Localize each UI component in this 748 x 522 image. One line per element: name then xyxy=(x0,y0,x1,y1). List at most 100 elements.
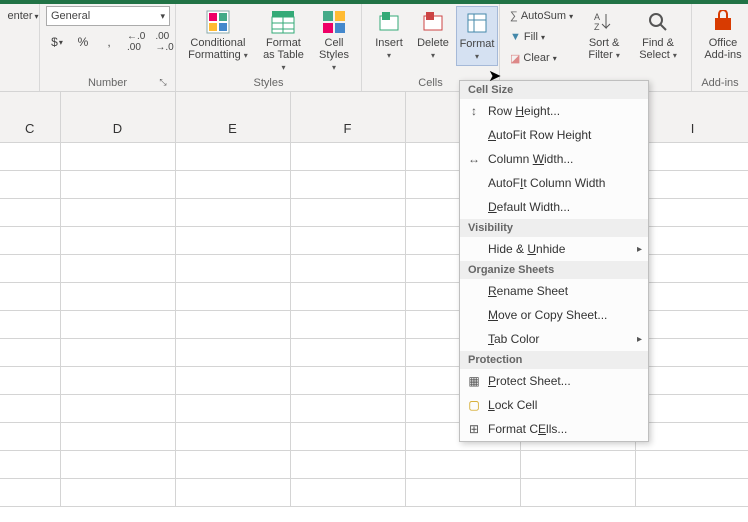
menu-item-label: AutoFit Row Height xyxy=(488,128,591,142)
delete-cells-button[interactable]: Delete ▾ xyxy=(412,6,454,64)
autosum-label: AutoSum xyxy=(521,10,566,22)
menu-item-row-height[interactable]: ↕ Row Height... xyxy=(460,99,648,123)
number-format-value: General xyxy=(51,10,90,22)
find-select-label: Find & Select xyxy=(639,37,674,61)
chevron-down-icon: ▾ xyxy=(475,52,479,61)
format-as-table-icon xyxy=(269,8,297,36)
fill-icon: ▼ xyxy=(510,31,521,43)
format-cells-button[interactable]: Format ▾ xyxy=(456,6,498,66)
delete-icon xyxy=(419,8,447,36)
chevron-down-icon: ▾ xyxy=(59,38,63,47)
row-height-icon: ↕ xyxy=(464,104,484,118)
insert-cells-button[interactable]: Insert▾ xyxy=(368,6,410,64)
menu-item-column-width[interactable]: ↔ Column Width... xyxy=(460,147,648,171)
chevron-down-icon: ▾ xyxy=(541,33,545,42)
menu-item-label: Format CElls... xyxy=(488,422,567,436)
office-addins-button[interactable]: Office Add-ins xyxy=(698,6,748,63)
group-label-number: Number⤡ xyxy=(46,76,169,91)
store-icon xyxy=(709,8,737,36)
format-cells-icon: ⊞ xyxy=(464,422,484,436)
menu-item-label: Column Width... xyxy=(488,152,573,166)
column-header[interactable]: C xyxy=(0,92,60,142)
group-label-addins: Add-ins xyxy=(698,76,742,91)
chevron-down-icon: ▾ xyxy=(673,51,677,60)
menu-item-default-width[interactable]: Default Width... xyxy=(460,195,648,219)
column-width-icon: ↔ xyxy=(464,152,484,166)
menu-item-hide-unhide[interactable]: Hide & Unhide▸ xyxy=(460,237,648,261)
menu-item-lock-cell[interactable]: ▢ Lock Cell xyxy=(460,393,648,417)
svg-text:A: A xyxy=(594,12,600,22)
increase-decimal-button[interactable]: ←.0.00 xyxy=(124,32,148,52)
conditional-formatting-icon xyxy=(204,8,232,36)
menu-section-visibility: Visibility xyxy=(460,219,648,237)
sort-filter-button[interactable]: AZ Sort & Filter ▾ xyxy=(579,6,629,64)
find-icon xyxy=(644,8,672,36)
number-dialog-launcher[interactable]: ⤡ xyxy=(157,77,169,89)
menu-item-rename-sheet[interactable]: Rename Sheet xyxy=(460,279,648,303)
cell-styles-label: Cell Styles xyxy=(319,37,349,61)
submenu-arrow-icon: ▸ xyxy=(637,334,642,345)
svg-text:Z: Z xyxy=(594,22,600,32)
format-label: Format xyxy=(460,38,495,50)
menu-item-label: Rename Sheet xyxy=(488,284,568,298)
menu-section-protection: Protection xyxy=(460,351,648,369)
menu-item-label: Move or Copy Sheet... xyxy=(488,308,607,322)
chevron-down-icon: ▾ xyxy=(431,51,435,60)
menu-item-format-cells[interactable]: ⊞ Format CElls... xyxy=(460,417,648,441)
chevron-down-icon: ▾ xyxy=(244,51,248,60)
number-format-select[interactable]: General ▾ xyxy=(46,6,170,26)
menu-item-tab-color[interactable]: Tab Color ▸ xyxy=(460,327,648,351)
eraser-icon: ◪ xyxy=(510,52,520,65)
menu-item-move-copy-sheet[interactable]: Move or Copy Sheet... xyxy=(460,303,648,327)
format-dropdown-menu: Cell Size ↕ Row Height... AutoFit Row Hei… xyxy=(459,80,649,442)
clear-label: Clear xyxy=(523,52,549,64)
decrease-decimal-button[interactable]: .00→.0 xyxy=(152,32,176,52)
chevron-down-icon: ▾ xyxy=(569,12,573,21)
fill-button[interactable]: ▼Fill ▾ xyxy=(506,27,577,47)
currency-format-button[interactable]: $▾ xyxy=(46,32,68,52)
sigma-icon: ∑ xyxy=(510,10,518,22)
menu-item-autofit-row[interactable]: AutoFit Row Height xyxy=(460,123,648,147)
fill-label: Fill xyxy=(524,31,538,43)
cell-styles-icon xyxy=(320,8,348,36)
menu-item-protect-sheet[interactable]: ▦Protect Sheet... xyxy=(460,369,648,393)
lock-cell-icon: ▢ xyxy=(464,398,484,412)
group-label-alignment xyxy=(6,88,33,91)
delete-label: Delete xyxy=(417,37,449,49)
menu-item-label: Tab Color xyxy=(488,332,539,346)
chevron-down-icon: ▾ xyxy=(332,63,336,72)
column-header[interactable]: E xyxy=(175,92,290,142)
sort-filter-label: Sort & Filter xyxy=(588,37,619,61)
chevron-down-icon: ▾ xyxy=(281,63,285,72)
comma-format-button[interactable]: , xyxy=(98,32,120,52)
menu-item-autofit-column[interactable]: AutoFIt Column Width xyxy=(460,171,648,195)
sort-filter-icon: AZ xyxy=(590,8,618,36)
column-header[interactable]: I xyxy=(635,92,748,142)
insert-icon xyxy=(375,8,403,36)
merge-enter-button[interactable]: enter ▾ xyxy=(6,6,40,26)
menu-item-label: Row Height... xyxy=(488,104,560,118)
menu-section-cell-size: Cell Size xyxy=(460,81,648,99)
format-as-table-label: Format as Table xyxy=(263,37,304,61)
percent-format-button[interactable]: % xyxy=(72,32,94,52)
autosum-button[interactable]: ∑AutoSum ▾ xyxy=(506,6,577,26)
column-header[interactable]: D xyxy=(60,92,175,142)
menu-item-label: Protect Sheet... xyxy=(488,374,571,388)
chevron-down-icon: ▾ xyxy=(616,51,620,60)
column-header[interactable]: F xyxy=(290,92,405,142)
menu-item-label: Lock Cell xyxy=(488,398,537,412)
conditional-formatting-label: Conditional Formatting xyxy=(188,37,245,61)
clear-button[interactable]: ◪Clear ▾ xyxy=(506,48,577,68)
chevron-down-icon: ▾ xyxy=(35,12,39,21)
cell-styles-button[interactable]: Cell Styles ▾ xyxy=(313,6,355,76)
conditional-formatting-button[interactable]: Conditional Formatting ▾ xyxy=(182,6,254,64)
format-as-table-button[interactable]: Format as Table ▾ xyxy=(256,6,311,76)
menu-item-label: Default Width... xyxy=(488,200,570,214)
office-addins-label: Office Add-ins xyxy=(703,37,743,61)
menu-item-label: Hide & Unhide xyxy=(488,242,565,256)
group-label-styles: Styles xyxy=(182,76,355,91)
chevron-down-icon: ▾ xyxy=(553,54,557,63)
insert-label: Insert xyxy=(375,37,403,49)
find-select-button[interactable]: Find & Select ▾ xyxy=(631,6,685,64)
menu-section-organize: Organize Sheets xyxy=(460,261,648,279)
